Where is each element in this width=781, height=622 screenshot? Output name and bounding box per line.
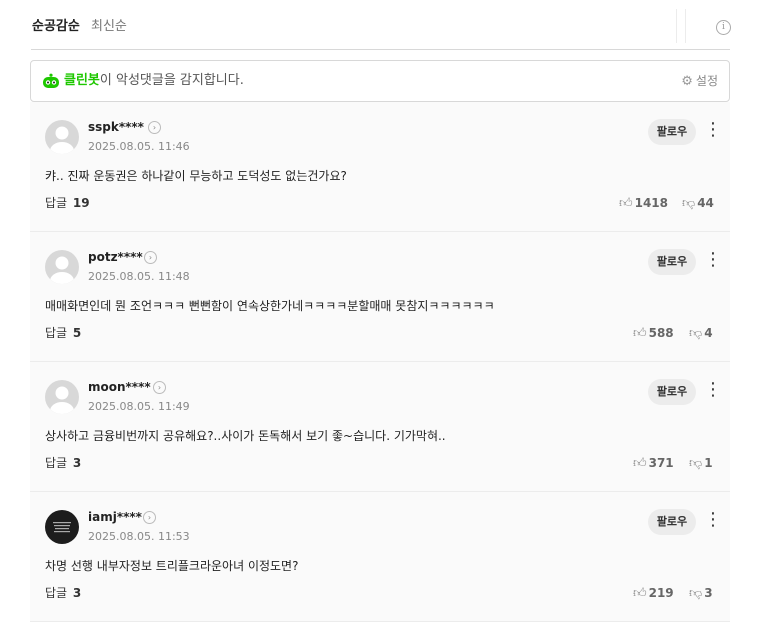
like-count: 371	[648, 456, 674, 470]
nickname[interactable]: moon****	[88, 379, 151, 395]
comment-item: moon**** › 2025.08.05. 11:49 팔로우 ⋮ 상사하고 …	[30, 362, 730, 492]
comment-text: 캬.. 진짜 운동권은 하나같이 무능하고 도덕성도 없는건가요?	[45, 169, 347, 183]
dislike-button[interactable]: 👎︎ 3	[689, 585, 713, 602]
cleanbot-settings-button[interactable]: ⚙ 설정	[681, 73, 718, 90]
thumbs-up-icon: 👍︎	[633, 586, 647, 601]
like-button[interactable]: 👍︎ 219	[633, 585, 674, 602]
sort-bar: 순공감순 최신순 i	[31, 0, 731, 50]
replies-label: 답글	[45, 326, 68, 340]
replies-label: 답글	[45, 456, 68, 470]
chevron-right-icon[interactable]: ›	[143, 511, 156, 524]
nickname[interactable]: potz****	[88, 249, 143, 265]
dislike-count: 44	[697, 196, 714, 210]
custom-avatar-image	[53, 522, 71, 533]
more-options-icon[interactable]: ⋮	[704, 250, 722, 272]
more-options-icon[interactable]: ⋮	[704, 380, 722, 402]
gear-icon: ⚙	[681, 74, 693, 89]
chevron-right-icon[interactable]: ›	[153, 381, 166, 394]
replies-button[interactable]: 답글 3	[45, 585, 81, 601]
thumbs-down-icon: 👎︎	[682, 196, 696, 211]
thumbs-up-icon: 👍︎	[633, 456, 647, 471]
replies-label: 답글	[45, 586, 68, 600]
cleanbot-brand[interactable]: 클린봇	[64, 73, 100, 88]
thumbs-up-icon: 👍︎	[619, 196, 633, 211]
avatar[interactable]	[45, 380, 79, 414]
thumbs-down-icon: 👎︎	[689, 586, 703, 601]
like-button[interactable]: 👍︎ 371	[633, 455, 674, 472]
info-icon[interactable]: i	[716, 20, 731, 35]
follow-button[interactable]: 팔로우	[648, 119, 696, 145]
follow-button[interactable]: 팔로우	[648, 379, 696, 405]
like-count: 219	[648, 586, 674, 600]
avatar[interactable]	[45, 510, 79, 544]
settings-label: 설정	[695, 74, 718, 88]
reply-count: 19	[72, 196, 90, 210]
like-button[interactable]: 👍︎ 1418	[619, 195, 668, 212]
replies-label: 답글	[45, 196, 68, 210]
more-options-icon[interactable]: ⋮	[704, 510, 722, 532]
nickname[interactable]: iamj****	[88, 509, 142, 525]
tab-sort-by-latest[interactable]: 최신순	[91, 19, 127, 35]
thumbs-down-icon: 👎︎	[689, 326, 703, 341]
avatar[interactable]	[45, 120, 79, 154]
dislike-count: 1	[704, 456, 713, 470]
default-avatar-icon	[50, 256, 74, 284]
avatar[interactable]	[45, 250, 79, 284]
thumbs-up-icon: 👍︎	[633, 326, 647, 341]
cleanbot-banner: 클린봇이 악성댓글을 감지합니다. ⚙ 설정	[30, 60, 730, 102]
divider	[685, 9, 686, 43]
comment-item: potz**** › 2025.08.05. 11:48 팔로우 ⋮ 매매화면인…	[30, 232, 730, 362]
chevron-right-icon[interactable]: ›	[144, 251, 157, 264]
more-options-icon[interactable]: ⋮	[704, 120, 722, 142]
replies-button[interactable]: 답글 3	[45, 455, 81, 471]
dislike-button[interactable]: 👎︎ 4	[689, 325, 713, 342]
comment-item: sspk**** › 2025.08.05. 11:46 팔로우 ⋮ 캬.. 진…	[30, 102, 730, 232]
dislike-count: 4	[704, 326, 713, 340]
follow-button[interactable]: 팔로우	[648, 509, 696, 535]
replies-button[interactable]: 답글 5	[45, 325, 81, 341]
follow-button[interactable]: 팔로우	[648, 249, 696, 275]
cleanbot-message: 클린봇이 악성댓글을 감지합니다.	[64, 73, 244, 89]
comment-date: 2025.08.05. 11:46	[88, 140, 190, 153]
reply-count: 3	[72, 586, 82, 600]
dislike-button[interactable]: 👎︎ 1	[689, 455, 713, 472]
dislike-button[interactable]: 👎︎ 44	[682, 195, 714, 212]
reply-count: 5	[72, 326, 82, 340]
chevron-right-icon[interactable]: ›	[148, 121, 161, 134]
comment-text: 차명 선행 내부자정보 트리플크라운아녀 이정도면?	[45, 559, 299, 573]
thumbs-down-icon: 👎︎	[689, 456, 703, 471]
like-count: 588	[648, 326, 674, 340]
replies-button[interactable]: 답글 19	[45, 195, 90, 211]
comment-text: 상사하고 금융비번까지 공유해요?..사이가 돈독해서 보기 좋~습니다. 기가…	[45, 429, 446, 443]
divider	[676, 9, 677, 43]
reply-count: 3	[72, 456, 82, 470]
tab-sort-by-likes[interactable]: 순공감순	[32, 19, 80, 35]
comment-list: sspk**** › 2025.08.05. 11:46 팔로우 ⋮ 캬.. 진…	[30, 102, 730, 622]
comment-date: 2025.08.05. 11:49	[88, 400, 190, 413]
cleanbot-icon	[43, 73, 59, 88]
cleanbot-message-text: 이 악성댓글을 감지합니다.	[99, 73, 244, 88]
like-count: 1418	[634, 196, 668, 210]
dislike-count: 3	[704, 586, 713, 600]
comment-text: 매매화면인데 뭔 조언ㅋㅋㅋ 뻔뻔함이 연속상한가네ㅋㅋㅋㅋ분할매매 못참지ㅋㅋ…	[45, 299, 495, 313]
default-avatar-icon	[50, 386, 74, 414]
comment-date: 2025.08.05. 11:53	[88, 530, 190, 543]
comment-date: 2025.08.05. 11:48	[88, 270, 190, 283]
like-button[interactable]: 👍︎ 588	[633, 325, 674, 342]
default-avatar-icon	[50, 126, 74, 154]
nickname[interactable]: sspk****	[88, 119, 144, 135]
